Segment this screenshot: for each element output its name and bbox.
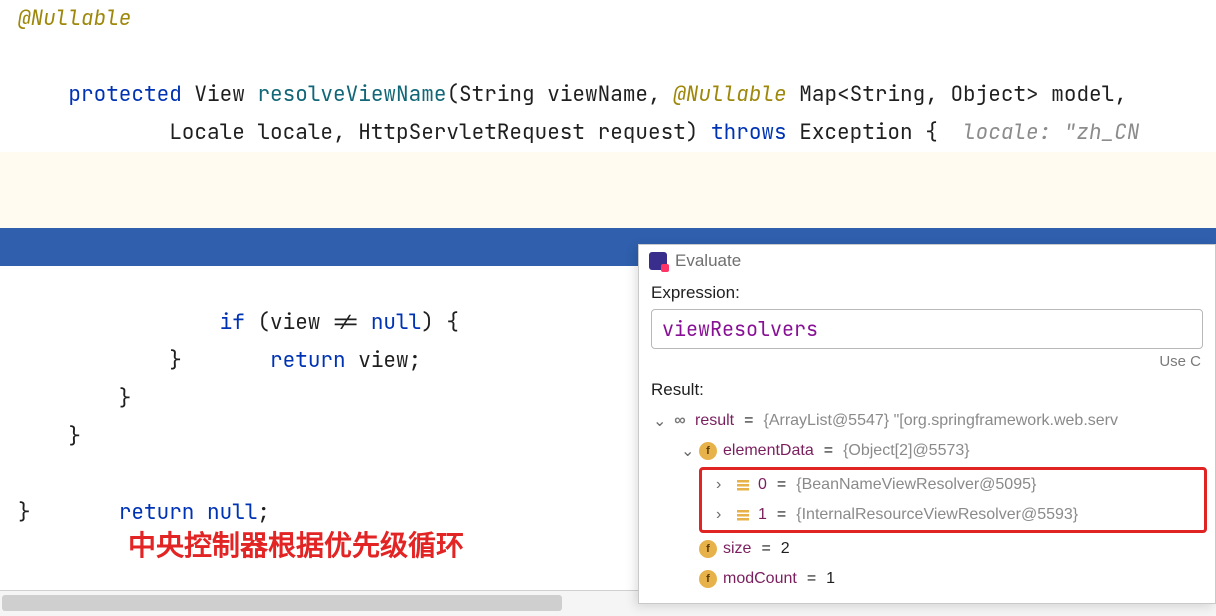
tree-row-item-1[interactable]: › 1 = {InternalResourceViewResolver@5593… <box>706 500 1200 530</box>
sig-part: Map<String, Object> model, <box>787 81 1127 108</box>
chevron-right-icon[interactable]: › <box>716 506 728 524</box>
var-name: 0 <box>758 476 767 494</box>
expression-input[interactable]: viewResolvers <box>651 309 1203 349</box>
keyword-return: return <box>119 499 195 526</box>
keyword-null: null <box>194 499 257 526</box>
keyword-null: null <box>371 309 421 336</box>
field-icon: f <box>699 442 717 460</box>
var-name: result <box>695 412 734 430</box>
chevron-down-icon[interactable]: ⌄ <box>681 441 693 461</box>
result-tree[interactable]: ⌄ ∞ result = {ArrayList@5547} "[org.spri… <box>639 404 1215 594</box>
watch-icon: ∞ <box>671 412 689 430</box>
tree-row-elementdata[interactable]: ⌄ f elementData = {Object[2]@5573} <box>651 436 1215 466</box>
code-text: ; <box>257 499 270 526</box>
method-name: resolveViewName <box>257 81 446 108</box>
var-value: {ArrayList@5547} "[org.springframework.w… <box>763 412 1118 430</box>
var-value: {InternalResourceViewResolver@5593} <box>796 506 1078 524</box>
var-name: modCount <box>723 570 797 588</box>
keyword-if: if <box>220 309 245 336</box>
var-value: 1 <box>826 570 835 588</box>
tree-row-size[interactable]: f size = 2 <box>651 534 1215 564</box>
param-annotation: @Nullable <box>673 81 786 108</box>
return-type: View <box>194 81 244 108</box>
field-icon: f <box>699 540 717 558</box>
inlay-hint: locale: "zh_CN <box>938 119 1140 146</box>
chevron-right-icon[interactable]: › <box>716 476 728 494</box>
expression-label: Expression: <box>639 273 1215 307</box>
var-name: size <box>723 540 751 558</box>
code-text: ) { <box>421 309 459 336</box>
keyword-throws: throws <box>711 119 787 146</box>
chevron-down-icon[interactable]: ⌄ <box>653 411 665 431</box>
scrollbar-thumb[interactable] <box>2 595 562 611</box>
field-icon: f <box>699 570 717 588</box>
sig-part: Locale locale, HttpServletRequest reques… <box>68 119 711 146</box>
array-item-icon <box>734 476 752 494</box>
intellij-icon <box>649 252 667 270</box>
tree-row-item-0[interactable]: › 0 = {BeanNameViewResolver@5095} <box>706 470 1200 500</box>
sig-part: Exception { <box>787 119 938 146</box>
result-label: Result: <box>639 370 1215 404</box>
var-value: {BeanNameViewResolver@5095} <box>796 476 1036 494</box>
tree-row-modcount[interactable]: f modCount = 1 <box>651 564 1215 594</box>
annotation-overlay: 中央控制器根据优先级循环 <box>128 524 464 564</box>
code-text: view; <box>346 347 422 374</box>
sig-part: (String viewName, <box>446 81 673 108</box>
keyword-protected: protected <box>68 81 181 108</box>
shortcut-hint: Use C <box>639 349 1215 370</box>
annotation: @Nullable <box>18 5 131 32</box>
array-item-icon <box>734 506 752 524</box>
exec-code: View view = viewResolver.resolve <box>68 271 622 298</box>
highlight-box: › 0 = {BeanNameViewResolver@5095} › 1 = … <box>699 467 1207 533</box>
evaluate-popup[interactable]: Evaluate Expression: viewResolvers Use C… <box>638 244 1216 604</box>
code-text: (view != <box>245 309 371 336</box>
keyword-return: return <box>270 347 346 374</box>
var-name: 1 <box>758 506 767 524</box>
var-value: {Object[2]@5573} <box>843 442 970 460</box>
var-name: elementData <box>723 442 814 460</box>
var-value: 2 <box>781 540 790 558</box>
tree-row-result[interactable]: ⌄ ∞ result = {ArrayList@5547} "[org.spri… <box>651 406 1215 436</box>
popup-title: Evaluate <box>675 251 741 271</box>
